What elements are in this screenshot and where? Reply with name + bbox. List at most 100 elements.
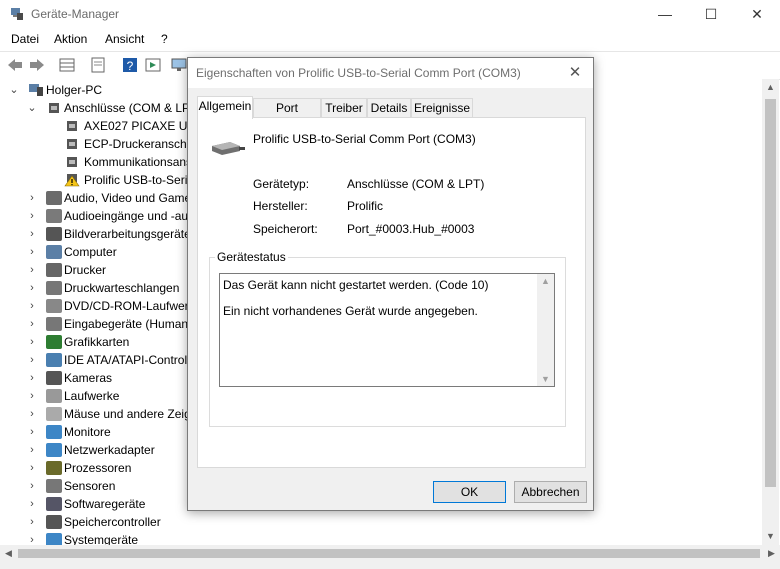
maximize-button[interactable]: ☐ bbox=[688, 0, 734, 28]
ok-button[interactable]: OK bbox=[433, 481, 506, 503]
chevron-down-icon[interactable]: ⌄ bbox=[26, 99, 38, 117]
chevron-right-icon[interactable]: › bbox=[26, 189, 38, 207]
tab-panel-allgemein: Prolific USB-to-Serial Comm Port (COM3) … bbox=[197, 117, 586, 468]
menu-ansicht[interactable]: Ansicht bbox=[105, 32, 144, 46]
tree-category-0[interactable]: › Audio, Video und Gamecontroller bbox=[26, 189, 241, 207]
tab-port-settings[interactable]: Port Settings bbox=[253, 98, 321, 133]
chevron-right-icon[interactable]: › bbox=[26, 369, 38, 387]
category-icon bbox=[46, 317, 62, 331]
scroll-left-icon[interactable]: ◀ bbox=[0, 545, 17, 562]
tree-category-19[interactable]: › Systemgeräte bbox=[26, 531, 196, 545]
chevron-right-icon[interactable]: › bbox=[26, 531, 38, 545]
tree-category-15[interactable]: › Prozessoren bbox=[26, 459, 196, 477]
scroll-up-icon[interactable]: ▲ bbox=[762, 79, 779, 96]
tree-device-ecp[interactable]: ECP-Druckeranschluss bbox=[64, 135, 208, 153]
tree-category-3[interactable]: › Computer bbox=[26, 243, 196, 261]
document-icon[interactable] bbox=[89, 56, 107, 74]
tree-category-label: Speichercontroller bbox=[64, 515, 161, 529]
close-icon[interactable]: ✕ bbox=[565, 63, 585, 83]
cancel-button[interactable]: Abbrechen bbox=[514, 481, 587, 503]
tree-device-axe027[interactable]: AXE027 PICAXE USB bbox=[64, 117, 203, 135]
chevron-right-icon[interactable]: › bbox=[26, 351, 38, 369]
chevron-right-icon[interactable]: › bbox=[26, 261, 38, 279]
arrow-right-icon[interactable] bbox=[28, 56, 46, 74]
tree-category-13[interactable]: › Monitore bbox=[26, 423, 196, 441]
tree-category-6[interactable]: › DVD/CD-ROM-Laufwerke bbox=[26, 297, 201, 315]
tree-category-18[interactable]: › Speichercontroller bbox=[26, 513, 196, 531]
tab-treiber[interactable]: Treiber bbox=[321, 98, 367, 118]
tree-category-label: Druckwarteschlangen bbox=[64, 281, 180, 295]
status-message-code: Das Gerät kann nicht gestartet werden. (… bbox=[223, 278, 489, 292]
chevron-right-icon[interactable]: › bbox=[26, 225, 38, 243]
help-icon[interactable]: ? bbox=[121, 56, 139, 74]
menu-aktion[interactable]: Aktion bbox=[54, 32, 87, 46]
chevron-right-icon[interactable]: › bbox=[26, 387, 38, 405]
chevron-right-icon[interactable]: › bbox=[26, 207, 38, 225]
tree-category-10[interactable]: › Kameras bbox=[26, 369, 196, 387]
status-scrollbar[interactable]: ▲ ▼ bbox=[537, 274, 554, 386]
tree-vertical-scrollbar[interactable]: ▲ ▼ bbox=[762, 79, 779, 545]
chevron-right-icon[interactable]: › bbox=[26, 315, 38, 333]
category-icon bbox=[46, 407, 62, 421]
chevron-right-icon[interactable]: › bbox=[26, 423, 38, 441]
chevron-right-icon[interactable]: › bbox=[26, 333, 38, 351]
tree-horizontal-scrollbar[interactable]: ◀ ▶ bbox=[0, 545, 780, 562]
tree-category-11[interactable]: › Laufwerke bbox=[26, 387, 196, 405]
scroll-down-icon[interactable]: ▼ bbox=[762, 528, 779, 545]
chevron-right-icon[interactable]: › bbox=[26, 459, 38, 477]
properties-grid-icon[interactable] bbox=[58, 56, 76, 74]
scroll-thumb[interactable] bbox=[765, 99, 776, 487]
tab-details[interactable]: Details bbox=[367, 98, 411, 118]
tree-category-16[interactable]: › Sensoren bbox=[26, 477, 196, 495]
scroll-thumb[interactable] bbox=[18, 549, 760, 558]
chevron-right-icon[interactable]: › bbox=[26, 441, 38, 459]
menu-help[interactable]: ? bbox=[161, 32, 168, 46]
tree-category-17[interactable]: › Softwaregeräte bbox=[26, 495, 196, 513]
tree-category-label: Kameras bbox=[64, 371, 113, 385]
arrow-left-icon[interactable] bbox=[6, 56, 24, 74]
chevron-right-icon[interactable]: › bbox=[26, 297, 38, 315]
status-bar bbox=[0, 562, 780, 569]
chevron-right-icon[interactable]: › bbox=[26, 477, 38, 495]
category-icon bbox=[46, 443, 62, 457]
tree-device-prolific[interactable]: Prolific USB-to-Serial Comm Port (COM3) bbox=[64, 171, 307, 189]
tree-category-14[interactable]: › Netzwerkadapter bbox=[26, 441, 196, 459]
chevron-right-icon[interactable]: › bbox=[26, 243, 38, 261]
window-title: Geräte-Manager bbox=[31, 7, 120, 21]
tab-allgemein[interactable]: Allgemein bbox=[197, 96, 253, 119]
manufacturer-label: Hersteller: bbox=[253, 199, 308, 213]
tree-device-label: AXE027 PICAXE USB bbox=[84, 119, 204, 133]
tree-root[interactable]: ⌄ Holger-PC bbox=[8, 81, 208, 99]
tree-category-7[interactable]: › Eingabegeräte (Human Interface Devices) bbox=[26, 315, 288, 333]
tree-category-8[interactable]: › Grafikkarten bbox=[26, 333, 196, 351]
chevron-down-icon[interactable]: ⌄ bbox=[8, 81, 20, 99]
chevron-right-icon[interactable]: › bbox=[26, 405, 38, 423]
minimize-button[interactable]: — bbox=[642, 0, 688, 28]
tree-category-5[interactable]: › Druckwarteschlangen bbox=[26, 279, 196, 297]
tree-category-label: Prozessoren bbox=[64, 461, 132, 475]
chevron-right-icon[interactable]: › bbox=[26, 495, 38, 513]
tree-category-anschluesse[interactable]: ⌄ Anschlüsse (COM & LPT) bbox=[26, 99, 201, 117]
tree-category-12[interactable]: › Mäuse und andere Zeigegeräte bbox=[26, 405, 231, 423]
tree-category-label: Computer bbox=[64, 245, 117, 259]
scroll-down-icon[interactable]: ▼ bbox=[537, 372, 554, 386]
tree-category-1[interactable]: › Audioeingänge und -ausgänge bbox=[26, 207, 227, 225]
tree-category-2[interactable]: › Bildverarbeitungsgeräte bbox=[26, 225, 196, 243]
scroll-up-icon[interactable]: ▲ bbox=[537, 274, 554, 288]
run-icon[interactable] bbox=[144, 56, 162, 74]
scroll-right-icon[interactable]: ▶ bbox=[763, 545, 780, 562]
computer-icon bbox=[29, 84, 43, 96]
tree-category-label: Monitore bbox=[64, 425, 111, 439]
menu-datei[interactable]: Datei bbox=[11, 32, 39, 46]
tree-category-4[interactable]: › Drucker bbox=[26, 261, 196, 279]
device-status-textbox[interactable]: Das Gerät kann nicht gestartet werden. (… bbox=[219, 273, 555, 387]
close-button[interactable]: ✕ bbox=[734, 0, 780, 28]
tree-category-9[interactable]: › IDE ATA/ATAPI-Controller bbox=[26, 351, 200, 369]
menu-bar: Datei Aktion Ansicht ? bbox=[0, 29, 780, 50]
chevron-right-icon[interactable]: › bbox=[26, 279, 38, 297]
tree-device-kommunikation[interactable]: Kommunikationsanschluss bbox=[64, 153, 226, 171]
tree-category-label: DVD/CD-ROM-Laufwerke bbox=[64, 299, 202, 313]
chevron-right-icon[interactable]: › bbox=[26, 513, 38, 531]
tab-ereignisse[interactable]: Ereignisse bbox=[411, 98, 473, 118]
monitor-icon[interactable] bbox=[170, 56, 188, 74]
